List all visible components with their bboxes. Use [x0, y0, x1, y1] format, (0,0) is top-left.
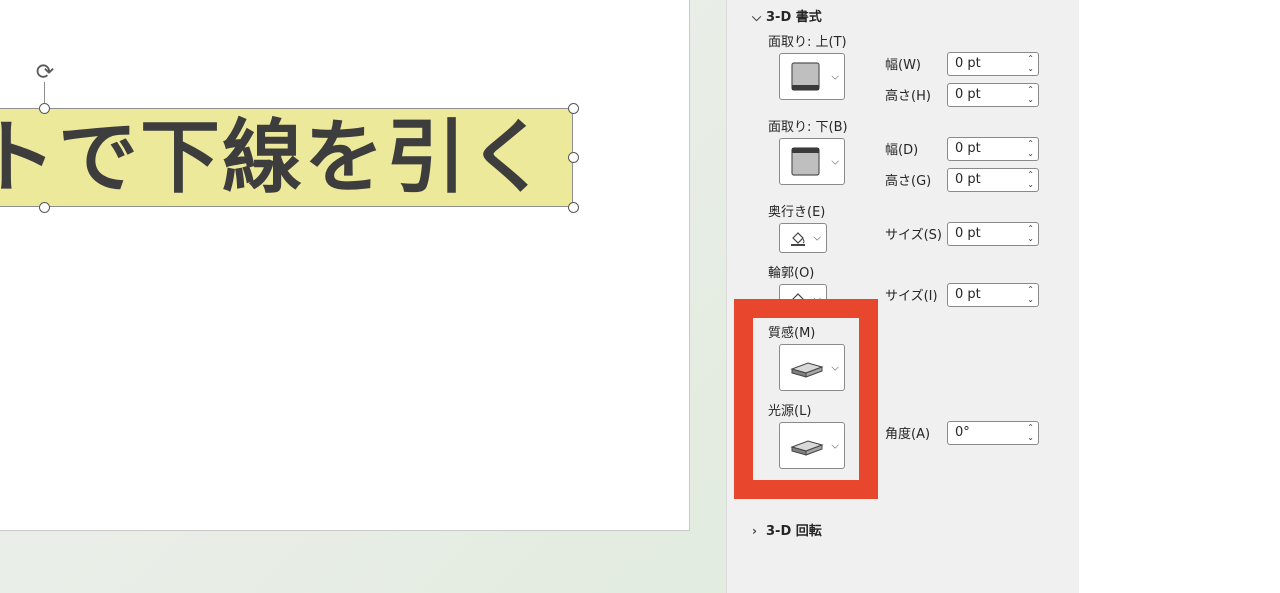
lighting-angle-spinner[interactable]: 0° ⌃ ⌄: [947, 421, 1039, 445]
bevel-bottom-height-label: 高さ(G): [885, 174, 932, 189]
contour-label: 輪郭(O): [768, 266, 815, 281]
spinner-value[interactable]: 0°: [955, 425, 970, 440]
bevel-preset-icon: [791, 62, 820, 91]
spin-arrows-icon[interactable]: ⌃ ⌄: [1027, 423, 1034, 443]
bevel-top-width-spinner[interactable]: 0 pt ⌃ ⌄: [947, 52, 1039, 76]
bevel-top-button[interactable]: ⌵: [779, 53, 845, 100]
bevel-top-height-spinner[interactable]: 0 pt ⌃ ⌄: [947, 83, 1039, 107]
spin-arrows-icon[interactable]: ⌃ ⌄: [1027, 285, 1034, 305]
slide-canvas-area: トで下線を引く ⟳: [0, 0, 726, 593]
depth-size-spinner[interactable]: 0 pt ⌃ ⌄: [947, 222, 1039, 246]
chevron-down-icon: ⌵: [752, 10, 762, 24]
spinner-value[interactable]: 0 pt: [955, 141, 981, 156]
section-3d-format-title: 3-D 書式: [766, 10, 822, 25]
spin-arrows-icon[interactable]: ⌃ ⌄: [1027, 85, 1034, 105]
bevel-top-width-label: 幅(W): [885, 58, 921, 73]
bevel-top-label: 面取り: 上(T): [768, 35, 847, 50]
spinner-value[interactable]: 0 pt: [955, 226, 981, 241]
resize-handle-bottom-left[interactable]: [39, 202, 50, 213]
spinner-value[interactable]: 0 pt: [955, 172, 981, 187]
bevel-bottom-width-spinner[interactable]: 0 pt ⌃ ⌄: [947, 137, 1039, 161]
resize-handle-right[interactable]: [568, 152, 579, 163]
blank-area: [1079, 0, 1280, 593]
bevel-bottom-width-label: 幅(D): [885, 143, 919, 158]
lighting-angle-label: 角度(A): [885, 427, 931, 442]
rotation-connector: [44, 82, 45, 104]
slide[interactable]: トで下線を引く ⟳: [0, 0, 690, 531]
spinner-value[interactable]: 0 pt: [955, 87, 981, 102]
chevron-right-icon: ›: [752, 524, 757, 538]
format-shape-pane: ⌵ 3-D 書式 面取り: 上(T) ⌵ 幅(W) 0 pt ⌃ ⌄ 高さ(H) 0…: [726, 0, 1080, 593]
bevel-top-height-label: 高さ(H): [885, 89, 931, 104]
resize-handle-top-left[interactable]: [39, 103, 50, 114]
depth-size-label: サイズ(S): [885, 228, 943, 243]
contour-size-spinner[interactable]: 0 pt ⌃ ⌄: [947, 283, 1039, 307]
dropdown-chevron-icon: ⌵: [831, 156, 839, 167]
rotate-icon[interactable]: ⟳: [33, 61, 57, 85]
spin-arrows-icon[interactable]: ⌃ ⌄: [1027, 139, 1034, 159]
spinner-value[interactable]: 0 pt: [955, 287, 981, 302]
spin-arrows-icon[interactable]: ⌃ ⌄: [1027, 54, 1034, 74]
spin-arrows-icon[interactable]: ⌃ ⌄: [1027, 170, 1034, 190]
section-3d-format-header[interactable]: ⌵ 3-D 書式: [752, 6, 822, 25]
bevel-bottom-button[interactable]: ⌵: [779, 138, 845, 185]
depth-label: 奥行き(E): [768, 205, 826, 220]
spin-arrows-icon[interactable]: ⌃ ⌄: [1027, 224, 1034, 244]
bevel-preset-icon: [791, 147, 820, 176]
selected-textbox[interactable]: トで下線を引く: [0, 108, 573, 207]
dropdown-chevron-icon: ⌵: [813, 232, 821, 244]
section-3d-rotation-header[interactable]: › 3-D 回転: [752, 520, 822, 539]
paint-bucket-icon: [791, 232, 805, 246]
resize-handle-top-right[interactable]: [568, 103, 579, 114]
textbox-text[interactable]: トで下線を引く: [0, 109, 550, 206]
contour-size-label: サイズ(I): [885, 289, 938, 304]
dropdown-chevron-icon: ⌵: [831, 71, 839, 82]
section-3d-rotation-title: 3-D 回転: [766, 524, 822, 539]
resize-handle-bottom-right[interactable]: [568, 202, 579, 213]
bevel-bottom-height-spinner[interactable]: 0 pt ⌃ ⌄: [947, 168, 1039, 192]
bevel-bottom-label: 面取り: 下(B): [768, 120, 848, 135]
spinner-value[interactable]: 0 pt: [955, 56, 981, 71]
highlight-box: [734, 299, 878, 499]
depth-color-button[interactable]: ⌵: [779, 223, 827, 253]
